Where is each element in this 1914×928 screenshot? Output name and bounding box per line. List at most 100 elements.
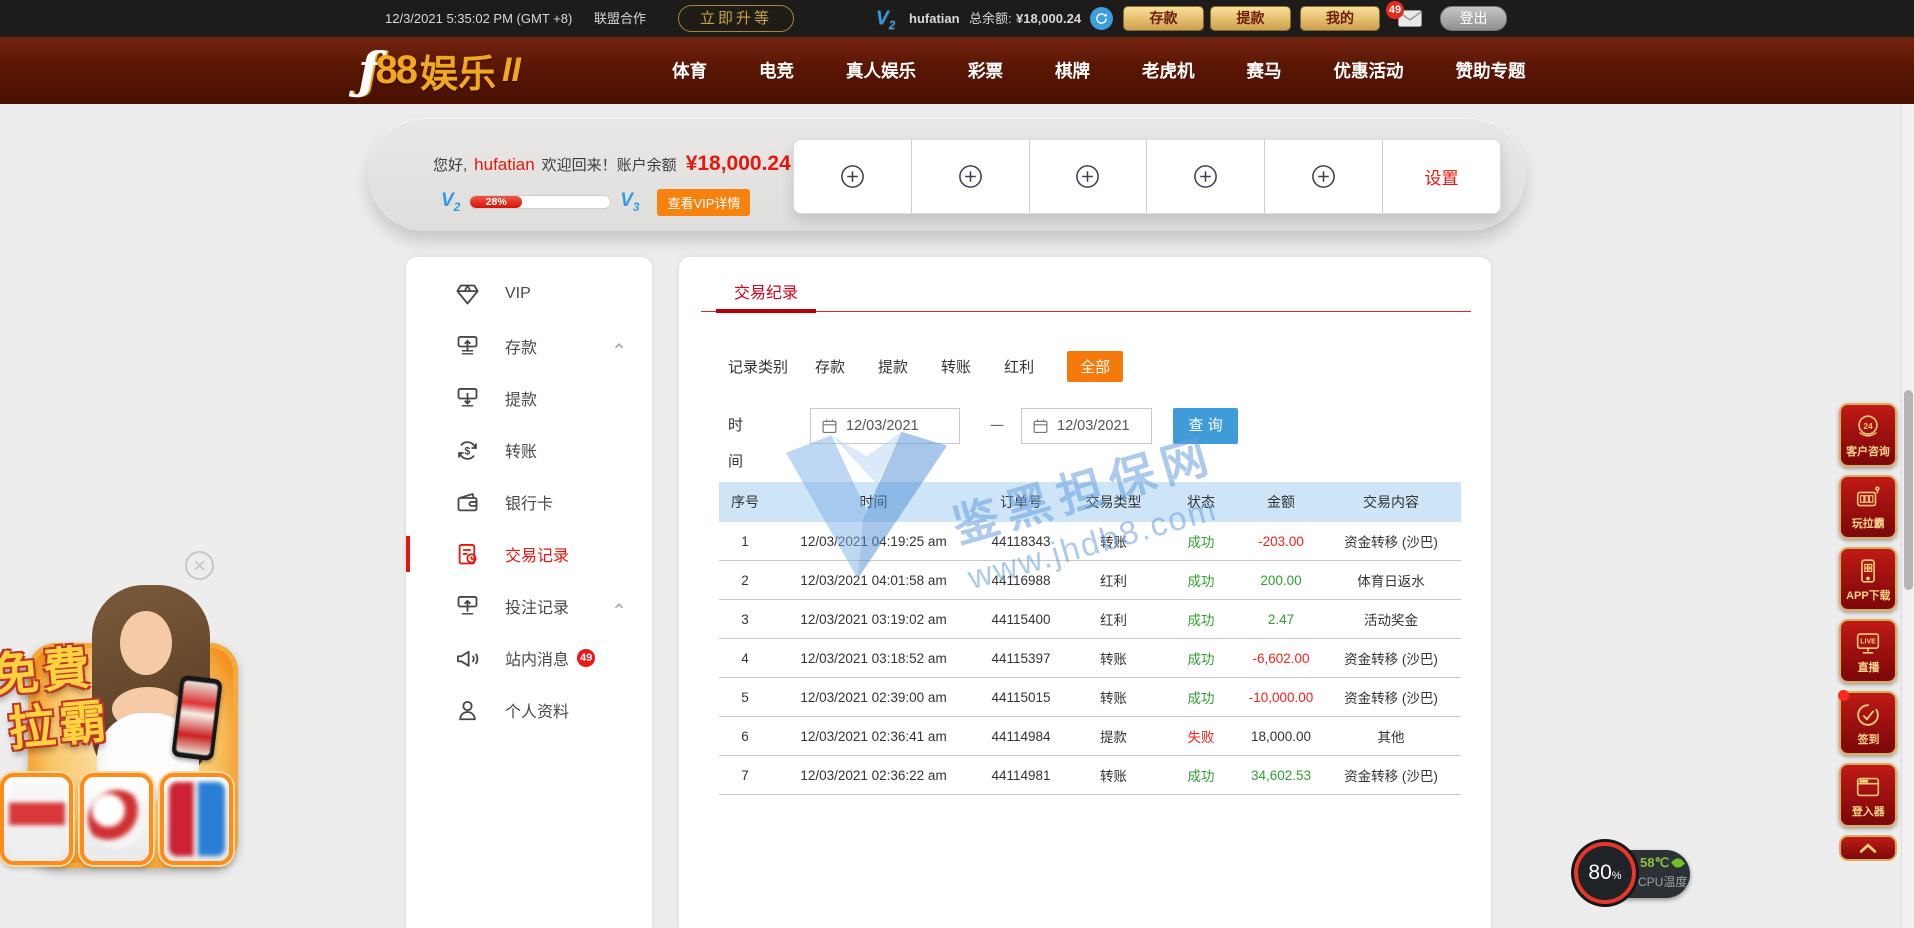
filter-option-active[interactable]: 全部 — [1067, 351, 1123, 382]
plus-circle-icon — [957, 163, 984, 190]
cell-content: 活动奖金 — [1321, 609, 1461, 629]
sidebar-item-withdraw[interactable]: 提款 — [406, 372, 652, 424]
sidebar-item-label: VIP — [505, 285, 531, 303]
launcher-icon — [1853, 772, 1883, 802]
rail-slot-button[interactable]: 玩拉霸 — [1839, 475, 1897, 539]
vip-details-button[interactable]: 查看VIP详情 — [657, 189, 750, 216]
add-shortcut-slot[interactable] — [911, 140, 1029, 213]
sidebar-item-gem[interactable]: VIP — [406, 268, 652, 320]
rail-button-label: 客户咨询 — [1846, 443, 1890, 458]
add-shortcut-slot[interactable] — [1146, 140, 1264, 213]
sidebar-item-label: 提款 — [505, 386, 537, 410]
add-shortcut-slot[interactable] — [1264, 140, 1382, 213]
scrollbar-thumb[interactable] — [1904, 390, 1913, 590]
filter-option[interactable]: 存款 — [815, 356, 845, 377]
sidebar-item-megaphone[interactable]: 站内消息 49 — [406, 632, 652, 684]
cell-type: 红利 — [1066, 609, 1161, 629]
cell-order: 44116988 — [976, 573, 1066, 588]
vip-current-badge: V2 — [441, 190, 460, 214]
rail-button-label: 登入器 — [1852, 803, 1885, 818]
refresh-balance-button[interactable] — [1090, 7, 1113, 30]
mail-count-badge: 49 — [1386, 1, 1404, 19]
sidebar-item-wallet[interactable]: 银行卡 — [406, 476, 652, 528]
cell-type: 转账 — [1066, 765, 1161, 785]
cell-no: 6 — [719, 729, 771, 744]
sidebar-item-transfer[interactable]: $ 转账 — [406, 424, 652, 476]
logo-suffix: II — [502, 51, 521, 90]
greeting-suffix: 欢迎回来！账户余额 — [542, 154, 677, 175]
rail-collapse-button[interactable] — [1839, 835, 1897, 861]
cpu-usage-gauge: 80% — [1574, 842, 1636, 904]
welcome-username: hufatian — [474, 155, 535, 175]
rail-checkin-button[interactable]: 签到 — [1839, 691, 1897, 755]
wallet-icon — [454, 489, 481, 516]
page-scrollbar[interactable] — [1901, 104, 1914, 928]
cpu-monitor-widget: 80% 58℃ CPU温度 — [1574, 842, 1692, 906]
sidebar-item-deposit[interactable]: 存款 — [406, 320, 652, 372]
refresh-icon — [1095, 12, 1108, 25]
site-logo[interactable]: ƒ 88 娱乐 II — [358, 37, 521, 104]
date-range-separator: 一 — [990, 408, 1004, 444]
nav-menu: 体育 电竞 真人娱乐 彩票 棋牌 老虎机 赛马 优惠活动 赞助专题 — [672, 37, 1526, 104]
filter-option[interactable]: 提款 — [878, 356, 908, 377]
main-nav: ƒ 88 娱乐 II 体育 电竞 真人娱乐 彩票 棋牌 老虎机 赛马 优惠活动 赞助专题 — [0, 37, 1914, 104]
add-shortcut-slot[interactable] — [1029, 140, 1147, 213]
leaf-icon — [1671, 856, 1685, 870]
promo-banner[interactable]: 免費 拉霸 — [0, 585, 245, 870]
nav-item[interactable]: 体育 — [672, 58, 707, 83]
promo-close-button[interactable] — [185, 551, 214, 580]
gem-icon — [454, 281, 481, 308]
alliance-link[interactable]: 联盟合作 — [594, 0, 646, 37]
shortcut-settings-button[interactable]: 设置 — [1382, 140, 1500, 213]
betting-icon — [454, 593, 481, 620]
upgrade-button[interactable]: 立即升等 — [678, 5, 794, 32]
rail-launcher-button[interactable]: 登入器 — [1839, 763, 1897, 827]
nav-item[interactable]: 彩票 — [968, 58, 1003, 83]
reel-ball-image — [88, 790, 146, 848]
mine-button[interactable]: 我的 — [1300, 6, 1380, 31]
topbar-username[interactable]: hufatian — [909, 0, 960, 37]
account-balance: ¥18,000.24 — [686, 152, 791, 176]
cell-status: 成功 — [1161, 570, 1241, 590]
date-from-input[interactable]: 12/03/2021 — [810, 408, 960, 444]
logout-button[interactable]: 登出 — [1440, 6, 1507, 31]
nav-item[interactable]: 老虎机 — [1142, 58, 1195, 83]
withdraw-button[interactable]: 提款 — [1210, 6, 1291, 31]
reel-jersey-image — [9, 782, 65, 856]
filter-option[interactable]: 红利 — [1004, 356, 1034, 377]
sidebar-item-person[interactable]: 个人资料 — [406, 684, 652, 736]
filter-option[interactable]: 转账 — [941, 356, 971, 377]
rail-live-button[interactable]: LIVE 直播 — [1839, 619, 1897, 683]
nav-item[interactable]: 赞助专题 — [1456, 58, 1526, 83]
cell-order: 44115400 — [976, 612, 1066, 627]
sidebar-item-transaction[interactable]: 交易记录 — [406, 528, 652, 580]
transactions-table: 序号时间订单号交易类型状态金额交易内容 1 12/03/2021 04:19:2… — [719, 482, 1461, 795]
cell-status: 成功 — [1161, 765, 1241, 785]
date-to-input[interactable]: 12/03/2021 — [1021, 408, 1152, 444]
shortcut-slots — [794, 140, 1382, 213]
nav-item[interactable]: 棋牌 — [1055, 58, 1090, 83]
cell-no: 5 — [719, 690, 771, 705]
add-shortcut-slot[interactable] — [794, 140, 911, 213]
topbar: 12/3/2021 5:35:02 PM (GMT +8) 联盟合作 立即升等 … — [0, 0, 1914, 37]
cell-no: 1 — [719, 534, 771, 549]
sidebar-item-betting[interactable]: 投注记录 — [406, 580, 652, 632]
live-icon: LIVE — [1853, 628, 1883, 658]
promo-model-face — [120, 611, 172, 675]
sidebar-item-label: 银行卡 — [505, 490, 553, 514]
rail-service24-button[interactable]: 24 客户咨询 — [1839, 403, 1897, 467]
rail-app-button[interactable]: APP下载 — [1839, 547, 1897, 611]
nav-item[interactable]: 真人娱乐 — [846, 58, 916, 83]
sidebar-item-label: 个人资料 — [505, 698, 569, 722]
deposit-button[interactable]: 存款 — [1123, 6, 1204, 31]
plus-circle-icon — [839, 163, 866, 190]
mail-button[interactable]: 49 — [1398, 10, 1422, 27]
nav-item[interactable]: 电竞 — [759, 58, 794, 83]
vip-progress-fill: 28% — [470, 196, 522, 208]
filter-label: 记录类别 — [728, 356, 788, 377]
query-button[interactable]: 查 询 — [1173, 408, 1238, 444]
nav-item[interactable]: 优惠活动 — [1334, 58, 1404, 83]
tab-transaction-records[interactable]: 交易纪录 — [734, 279, 798, 303]
cpu-usage-value: 80 — [1588, 861, 1611, 884]
nav-item[interactable]: 赛马 — [1247, 58, 1282, 83]
